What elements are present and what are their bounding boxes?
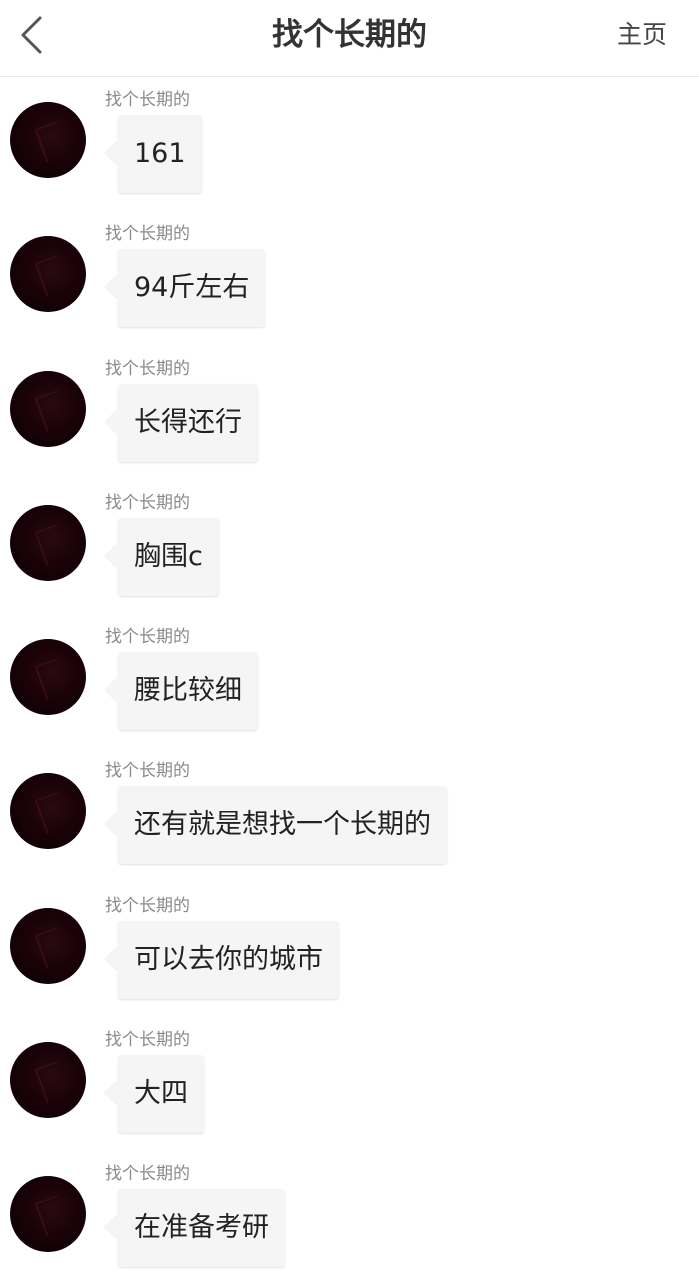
message-item: 找个长期的 胸围c [0, 480, 699, 614]
message-bubble[interactable]: 腰比较细 [118, 652, 258, 731]
message-text: 161 [134, 138, 186, 169]
message-item: 找个长期的 腰比较细 [0, 614, 699, 748]
message-item: 找个长期的 94斤左右 [0, 211, 699, 345]
message-bubble[interactable]: 大四 [118, 1055, 204, 1134]
message-text: 大四 [134, 1078, 188, 1110]
message-item: 找个长期的 可以去你的城市 [0, 883, 699, 1017]
message-text: 腰比较细 [134, 675, 242, 707]
back-button[interactable] [14, 14, 54, 58]
sender-name: 找个长期的 [105, 895, 190, 916]
message-bubble[interactable]: 94斤左右 [118, 249, 266, 328]
avatar[interactable] [10, 907, 86, 984]
message-bubble[interactable]: 胸围c [118, 517, 219, 596]
avatar[interactable] [10, 370, 86, 447]
sender-name: 找个长期的 [105, 90, 190, 110]
sender-name: 找个长期的 [105, 1030, 190, 1051]
avatar[interactable] [10, 639, 86, 716]
chevron-left-icon [21, 16, 42, 54]
message-bubble[interactable]: 161 [118, 115, 202, 193]
page-title: 找个长期的 [272, 17, 427, 53]
message-bubble[interactable]: 在准备考研 [118, 1189, 285, 1268]
avatar[interactable] [10, 773, 86, 850]
home-link[interactable]: 主页 [617, 18, 667, 52]
message-item: 找个长期的 161 [0, 77, 699, 211]
message-text: 胸围c [134, 540, 203, 572]
message-text: 长得还行 [134, 406, 242, 438]
sender-name: 找个长期的 [105, 761, 190, 782]
message-item: 找个长期的 还有就是想找一个长期的 [0, 748, 699, 882]
sender-name: 找个长期的 [105, 492, 190, 513]
avatar[interactable] [10, 236, 86, 313]
message-text: 94斤左右 [134, 272, 250, 304]
message-text: 还有就是想找一个长期的 [134, 809, 431, 841]
sender-name: 找个长期的 [105, 627, 190, 648]
sender-name: 找个长期的 [105, 1164, 190, 1185]
avatar[interactable] [10, 1042, 86, 1119]
message-bubble[interactable]: 还有就是想找一个长期的 [118, 786, 447, 865]
message-item: 找个长期的 在准备考研 [0, 1151, 699, 1285]
sender-name: 找个长期的 [105, 224, 190, 245]
message-bubble[interactable]: 可以去你的城市 [118, 920, 339, 999]
avatar[interactable] [10, 504, 86, 581]
avatar[interactable] [10, 1176, 86, 1253]
message-bubble[interactable]: 长得还行 [118, 383, 258, 462]
sender-name: 找个长期的 [105, 358, 190, 379]
top-nav-bar: 找个长期的 主页 [0, 0, 699, 77]
message-list[interactable]: 找个长期的 161 找个长期的 94斤左右 找个长期的 长得还行 找个长期的 胸… [0, 77, 699, 1286]
message-item: 找个长期的 大四 [0, 1017, 699, 1151]
message-text: 可以去你的城市 [134, 943, 323, 975]
message-text: 在准备考研 [134, 1212, 269, 1244]
message-item: 找个长期的 长得还行 [0, 346, 699, 480]
avatar[interactable] [10, 102, 86, 178]
